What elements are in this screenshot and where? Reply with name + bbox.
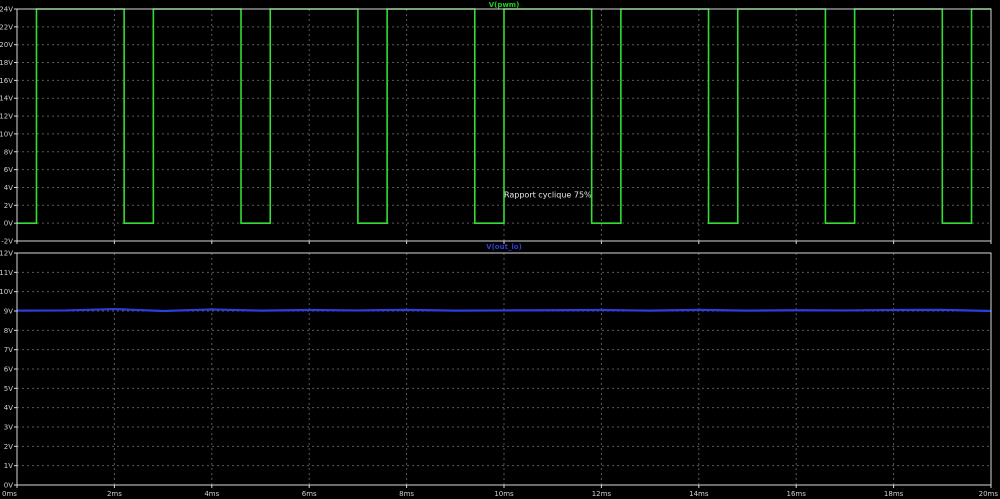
y-tick-label: 6V: [4, 166, 13, 174]
y-tick-label: 6V: [4, 366, 13, 374]
y-tick-label: 8V: [4, 148, 13, 156]
y-tick-label: 14V: [0, 95, 13, 103]
y-tick-label: 0V: [4, 220, 13, 228]
y-tick-label: 4V: [4, 404, 13, 412]
x-tick-label: 8ms: [399, 490, 414, 498]
y-tick-label: -2V: [1, 238, 13, 246]
waveform-viewer: -2V 0V 2V 4V 6V 8V 10V 12V 14V 16V 18V 20V 22V 24V V(p…: [0, 0, 1000, 499]
y-tick-label: 20V: [0, 41, 13, 49]
y-tick-label: 7V: [4, 346, 13, 354]
x-tick-label: 18ms: [884, 490, 904, 498]
y-tick-label: 10V: [0, 288, 13, 296]
y-tick-label: 3V: [4, 424, 13, 432]
y-tick-label: 18V: [0, 59, 13, 67]
trace-title[interactable]: V(out_lo): [486, 243, 522, 251]
y-tick-label: 12V: [0, 250, 13, 258]
x-tick-label: 20ms: [979, 490, 999, 498]
y-tick-label: 5V: [4, 385, 13, 393]
x-tick-label: 4ms: [204, 490, 219, 498]
y-tick-label: 2V: [4, 443, 13, 451]
y-tick-label: 12V: [0, 113, 13, 121]
y-tick-label: 10V: [0, 130, 13, 138]
y-tick-label: 1V: [4, 462, 13, 470]
duty-cycle-annotation: Rapport cyclique 75%: [504, 190, 592, 199]
x-tick-label: 2ms: [107, 490, 122, 498]
y-tick-label: 9V: [4, 308, 13, 316]
x-tick-label: 10ms: [494, 490, 514, 498]
y-tick-label: 2V: [4, 202, 13, 210]
x-tick-label: 6ms: [302, 490, 317, 498]
y-tick-label: 11V: [0, 269, 13, 277]
trace-title[interactable]: V(pwm): [489, 1, 520, 9]
y-tick-label: 8V: [4, 327, 13, 335]
x-tick-label: 0ms: [2, 490, 17, 498]
y-tick-label: 16V: [0, 77, 13, 85]
x-tick-label: 16ms: [787, 490, 807, 498]
y-tick-label: 24V: [0, 6, 13, 14]
y-tick-label: 22V: [0, 23, 13, 31]
y-tick-label: 4V: [4, 184, 13, 192]
x-tick-label: 14ms: [689, 490, 709, 498]
y-tick-label: 0V: [4, 482, 13, 490]
x-tick-label: 12ms: [592, 490, 612, 498]
